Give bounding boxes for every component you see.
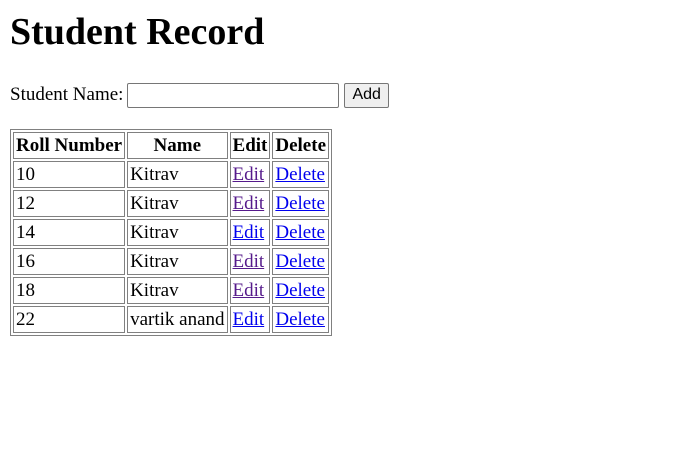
edit-link[interactable]: Edit bbox=[233, 280, 265, 301]
edit-cell: Edit bbox=[229, 190, 271, 217]
delete-cell: Delete bbox=[272, 277, 330, 304]
edit-link[interactable]: Edit bbox=[233, 193, 265, 214]
table-row: 12 Kitrav Edit Delete bbox=[13, 190, 330, 217]
table-header-row: Roll Number Name Edit Delete bbox=[13, 132, 330, 159]
student-name-label: Student Name: bbox=[10, 84, 124, 105]
delete-cell: Delete bbox=[272, 190, 330, 217]
name-cell: Kitrav bbox=[127, 219, 228, 246]
delete-cell: Delete bbox=[272, 306, 330, 333]
edit-cell: Edit bbox=[229, 161, 271, 188]
delete-link[interactable]: Delete bbox=[275, 280, 325, 301]
table-row: 10 Kitrav Edit Delete bbox=[13, 161, 330, 188]
table-row: 16 Kitrav Edit Delete bbox=[13, 248, 330, 275]
edit-cell: Edit bbox=[229, 248, 271, 275]
roll-number-cell: 10 bbox=[13, 161, 126, 188]
student-table: Roll Number Name Edit Delete 10 Kitrav E… bbox=[10, 129, 333, 336]
table-row: 18 Kitrav Edit Delete bbox=[13, 277, 330, 304]
delete-cell: Delete bbox=[272, 248, 330, 275]
header-name: Name bbox=[127, 132, 228, 159]
roll-number-cell: 18 bbox=[13, 277, 126, 304]
delete-link[interactable]: Delete bbox=[275, 309, 325, 330]
roll-number-cell: 16 bbox=[13, 248, 126, 275]
student-form: Student Name: Add bbox=[10, 81, 680, 109]
table-row: 22 vartik anand Edit Delete bbox=[13, 306, 330, 333]
delete-link[interactable]: Delete bbox=[275, 164, 325, 185]
delete-link[interactable]: Delete bbox=[275, 251, 325, 272]
delete-link[interactable]: Delete bbox=[275, 193, 325, 214]
name-cell: Kitrav bbox=[127, 190, 228, 217]
edit-link[interactable]: Edit bbox=[233, 222, 265, 243]
page-title: Student Record bbox=[10, 11, 265, 53]
edit-cell: Edit bbox=[229, 306, 271, 333]
name-cell: Kitrav bbox=[127, 248, 228, 275]
delete-cell: Delete bbox=[272, 161, 330, 188]
roll-number-cell: 22 bbox=[13, 306, 126, 333]
delete-link[interactable]: Delete bbox=[275, 222, 325, 243]
header-edit: Edit bbox=[229, 132, 271, 159]
name-cell: Kitrav bbox=[127, 277, 228, 304]
name-cell: vartik anand bbox=[127, 306, 228, 333]
page-container: Student Record Student Name: Add Roll Nu… bbox=[0, 10, 690, 336]
roll-number-cell: 12 bbox=[13, 190, 126, 217]
name-cell: Kitrav bbox=[127, 161, 228, 188]
header-roll-number: Roll Number bbox=[13, 132, 126, 159]
table-row: 14 Kitrav Edit Delete bbox=[13, 219, 330, 246]
edit-link[interactable]: Edit bbox=[233, 251, 265, 272]
add-button[interactable]: Add bbox=[344, 82, 389, 108]
edit-link[interactable]: Edit bbox=[233, 164, 265, 185]
student-name-input[interactable] bbox=[127, 82, 340, 108]
edit-cell: Edit bbox=[229, 219, 271, 246]
edit-cell: Edit bbox=[229, 277, 271, 304]
header-delete: Delete bbox=[272, 132, 330, 159]
edit-link[interactable]: Edit bbox=[233, 309, 265, 330]
delete-cell: Delete bbox=[272, 219, 330, 246]
roll-number-cell: 14 bbox=[13, 219, 126, 246]
